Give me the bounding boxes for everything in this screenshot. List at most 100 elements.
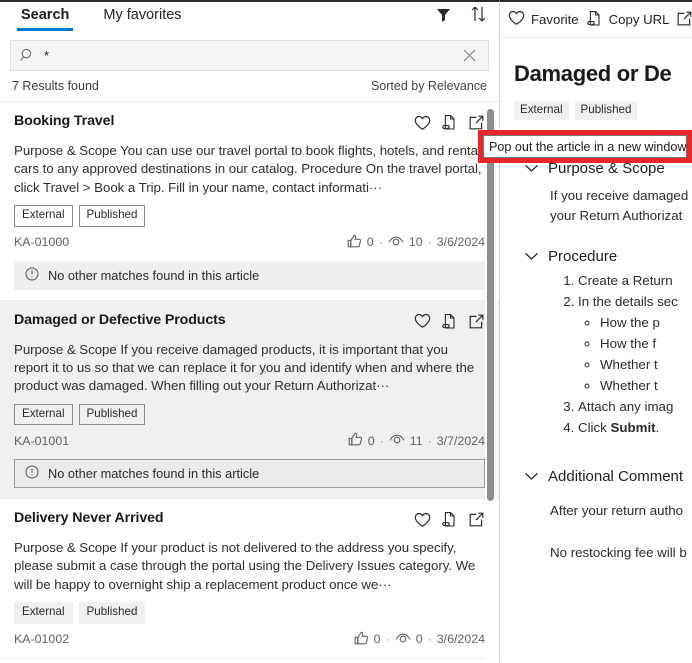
copy-url-label: Copy URL: [608, 12, 670, 27]
copy-url-icon[interactable]: [441, 511, 458, 533]
card-date: 3/6/2024: [436, 235, 485, 250]
card-actions: [414, 312, 485, 335]
procedure-step-text: In the details sec: [578, 294, 678, 310]
section-paragraph: No restocking fee will b: [550, 544, 687, 560]
card-stats: 0 · 10 · 3/6/2024: [347, 234, 485, 251]
tab-search[interactable]: Search: [17, 8, 74, 31]
scrollbar-thumb[interactable]: [487, 109, 494, 501]
results-count: 7 Results found: [12, 79, 99, 93]
procedure-substep: How the f: [600, 334, 692, 354]
section-content: Create a Return In the details sec How t…: [524, 271, 692, 438]
card-likes: 0: [366, 235, 374, 250]
procedure-substep: Whether t: [600, 355, 692, 375]
heart-icon[interactable]: [414, 115, 431, 136]
stat-separator: ·: [379, 433, 384, 448]
thumbs-up-icon: [354, 631, 369, 648]
copy-url-icon: [586, 10, 603, 30]
filter-icon[interactable]: [435, 6, 452, 28]
article-preview-panel: Favorite Copy URL Damaged or De External…: [499, 0, 692, 663]
eye-icon: [395, 632, 411, 647]
thumbs-up-icon: [347, 234, 362, 251]
tag-published: Published: [78, 205, 146, 227]
tooltip-text: Pop out the article in a new window: [489, 139, 687, 154]
card-views: 11: [409, 433, 423, 448]
section-header[interactable]: Additional Comment: [524, 468, 692, 485]
heart-icon: [508, 10, 525, 29]
article-tags: External Published: [514, 101, 692, 121]
heart-icon[interactable]: [414, 313, 431, 334]
tag-external: External: [514, 101, 569, 121]
tag-external: External: [14, 205, 73, 227]
eye-icon: [389, 433, 405, 448]
card-header: Damaged or Defective Products: [14, 312, 485, 335]
copy-url-icon[interactable]: [441, 313, 458, 335]
pop-out-icon: [676, 10, 692, 30]
card-stats: 0 · 0 · 3/6/2024: [354, 631, 485, 648]
search-results-panel: Search My favorites * 7 Results found So…: [0, 0, 499, 663]
card-likes: 0: [373, 632, 381, 647]
eye-icon: [388, 235, 404, 250]
chevron-down-icon: [524, 248, 539, 265]
tag-external: External: [14, 602, 73, 624]
info-icon: [25, 267, 39, 284]
copy-url-icon[interactable]: [441, 114, 458, 136]
pop-out-icon[interactable]: [468, 313, 485, 335]
procedure-step: In the details sec How the p How the f W…: [578, 292, 692, 396]
no-matches-text: No other matches found in this article: [48, 267, 260, 283]
card-title[interactable]: Booking Travel: [14, 113, 114, 130]
clear-icon[interactable]: [462, 48, 477, 63]
favorite-button[interactable]: Favorite: [508, 10, 579, 29]
card-tags: External Published: [14, 403, 485, 426]
section-title: Procedure: [548, 248, 618, 266]
section-title: Purpose & Scope: [548, 160, 665, 178]
card-actions: [414, 510, 485, 533]
section-header[interactable]: Purpose & Scope: [524, 160, 692, 177]
card-title[interactable]: Delivery Never Arrived: [14, 510, 164, 527]
results-list: Booking Travel Purpose & Scope You can u…: [0, 101, 499, 663]
copy-url-button[interactable]: Copy URL: [586, 10, 670, 30]
result-card-selected[interactable]: Damaged or Defective Products Purpose & …: [0, 300, 499, 500]
chevron-down-icon: [524, 468, 539, 485]
search-input[interactable]: [35, 41, 462, 70]
sort-icon[interactable]: [470, 5, 487, 28]
card-stats: 0 · 11 · 3/7/2024: [348, 432, 485, 449]
card-header: Booking Travel: [14, 113, 485, 136]
result-card[interactable]: Delivery Never Arrived Purpose & Scope I…: [0, 499, 499, 659]
procedure-substep: Whether t: [600, 376, 692, 396]
pop-out-tooltip: Pop out the article in a new window: [483, 135, 687, 158]
pop-out-icon[interactable]: [468, 511, 485, 533]
results-scrollbar[interactable]: [485, 107, 497, 663]
article-toolbar: Favorite Copy URL: [500, 2, 692, 38]
card-snippet: Purpose & Scope You can use our travel p…: [14, 143, 482, 195]
procedure-list: Create a Return In the details sec How t…: [550, 271, 692, 438]
tag-published: Published: [78, 403, 146, 426]
sort-label[interactable]: Sorted by Relevance: [371, 79, 487, 93]
card-snippet: Purpose & Scope If your product is not d…: [14, 540, 476, 592]
section-content: If you receive damaged your Return Autho…: [524, 186, 692, 226]
tab-my-favorites[interactable]: My favorites: [99, 8, 185, 30]
procedure-step: Click Submit.: [578, 418, 692, 438]
article-section-additional-comments: Additional Comment After your return aut…: [514, 468, 692, 563]
pop-out-button[interactable]: [676, 10, 692, 30]
procedure-step: Attach any imag: [578, 397, 692, 417]
chevron-down-icon: [524, 160, 539, 177]
card-views: 10: [408, 235, 423, 250]
stat-separator: ·: [378, 235, 383, 250]
card-date: 3/7/2024: [436, 433, 485, 448]
card-title[interactable]: Damaged or Defective Products: [14, 312, 226, 329]
section-content: After your return autho No restocking fe…: [524, 501, 692, 563]
section-header[interactable]: Procedure: [524, 248, 692, 265]
card-tags: External Published: [14, 205, 485, 227]
no-matches-banner: No other matches found in this article: [14, 459, 485, 489]
search-box[interactable]: [10, 40, 489, 71]
card-actions: [414, 113, 485, 136]
heart-icon[interactable]: [414, 512, 431, 533]
search-icon: [20, 48, 35, 63]
app-root: Search My favorites * 7 Results found So…: [0, 0, 692, 663]
procedure-sublist: How the p How the f Whether t Whether t: [578, 313, 692, 396]
result-card[interactable]: Booking Travel Purpose & Scope You can u…: [0, 102, 499, 301]
tab-actions: [435, 5, 487, 28]
card-views: 0: [415, 632, 423, 647]
tag-published: Published: [78, 602, 146, 624]
info-icon: [25, 465, 39, 482]
